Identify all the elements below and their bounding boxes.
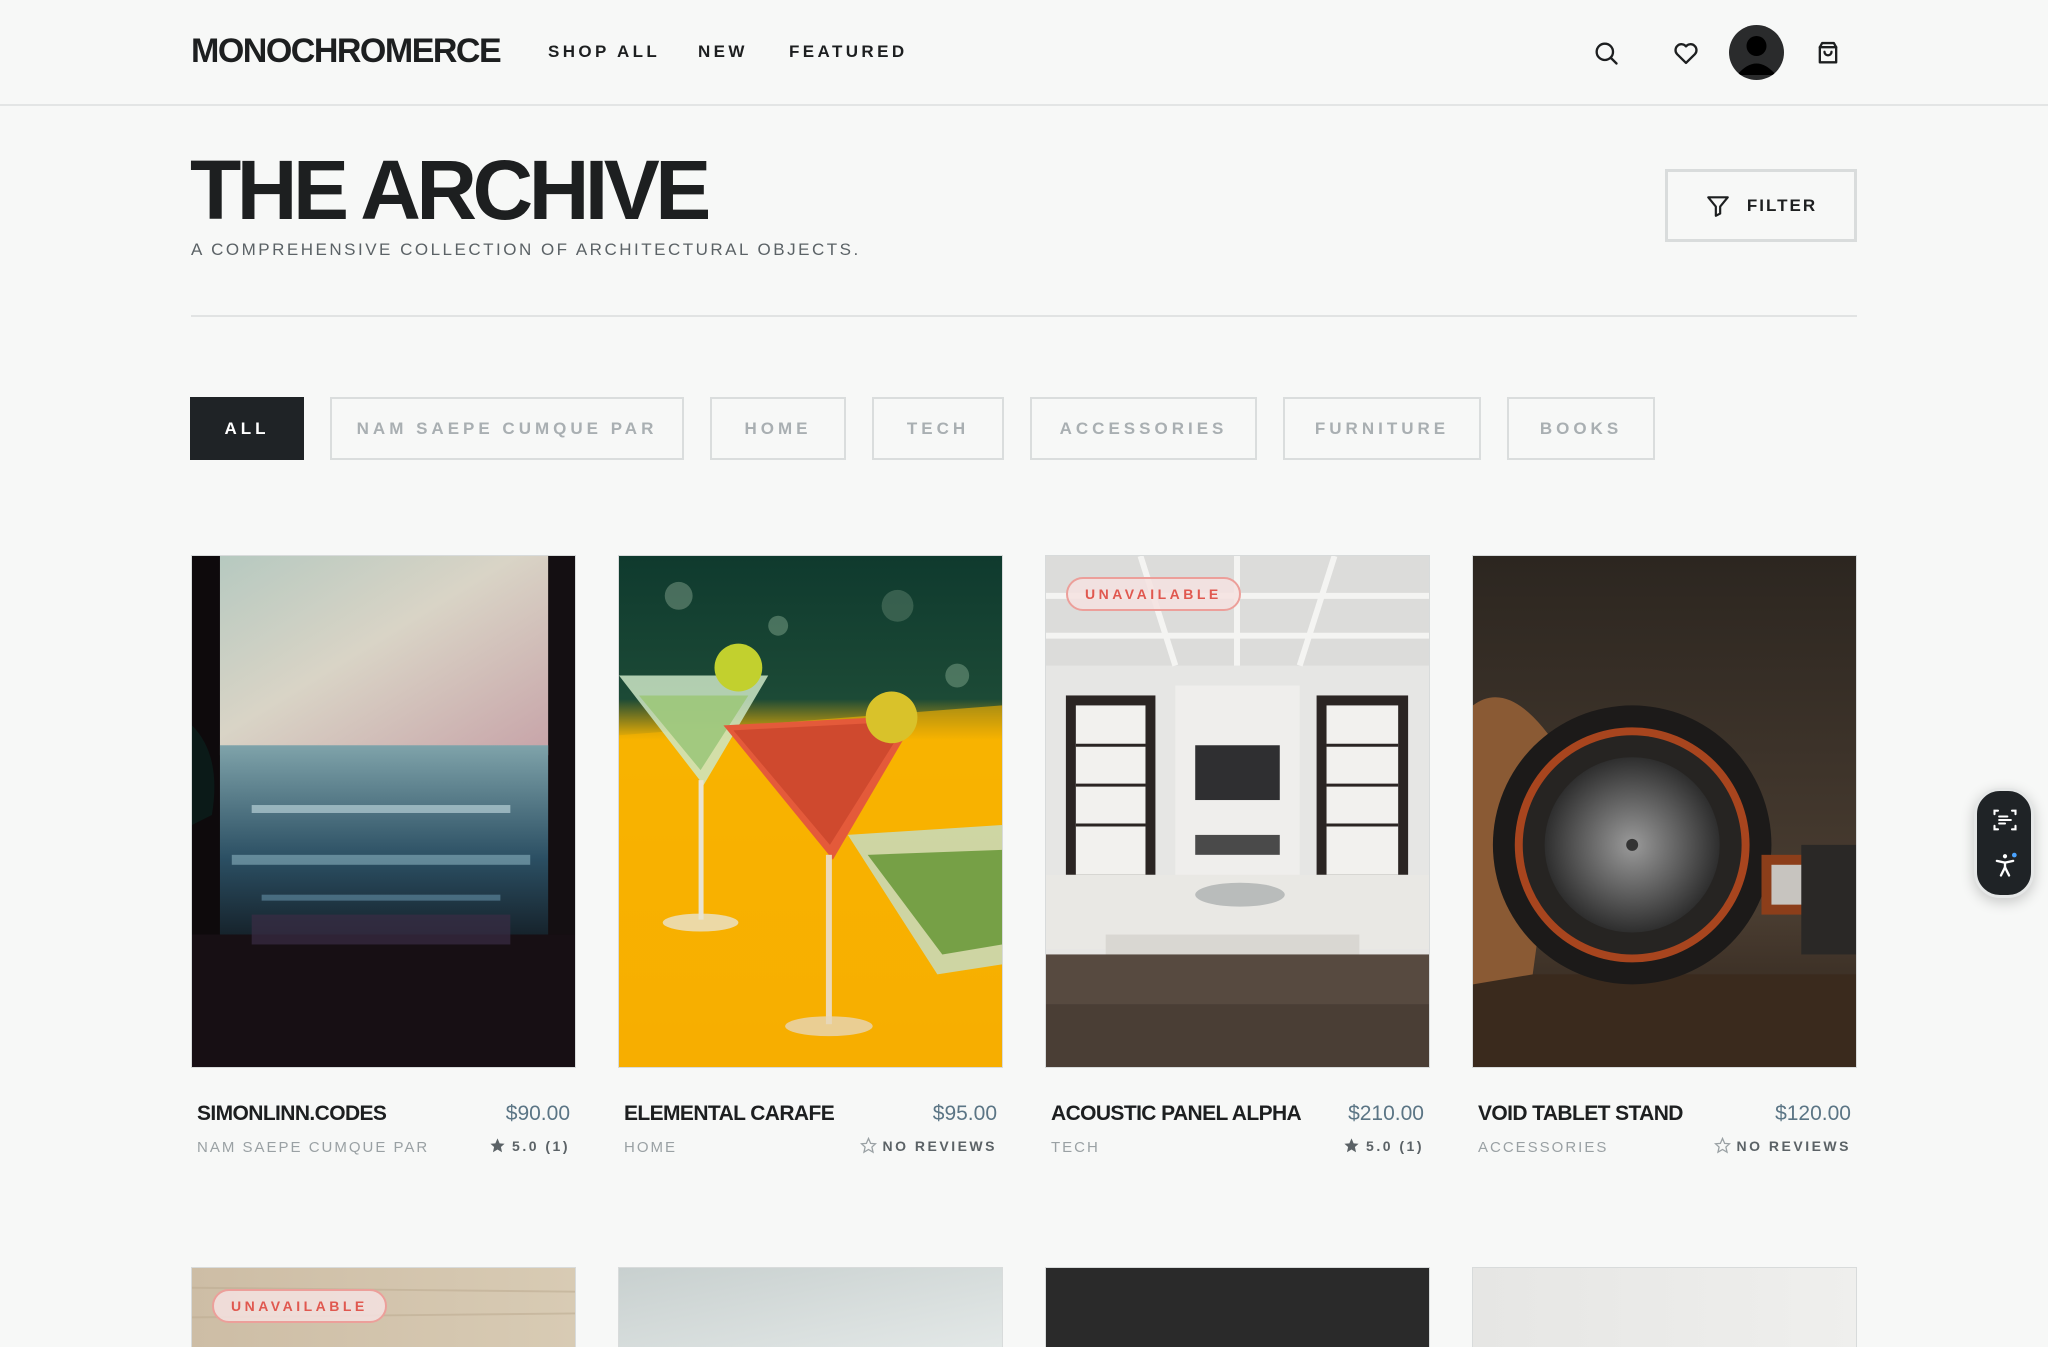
nav-shop-all[interactable]: SHOP ALL [548,42,660,62]
product-rating: NO REVIEWS [797,1137,997,1154]
category-chip-home[interactable]: HOME [710,397,846,460]
page-subtitle: A COMPREHENSIVE COLLECTION OF ARCHITECTU… [191,240,861,259]
star-outline-icon [859,1137,877,1154]
category-chip-accessories[interactable]: ACCESSORIES [1030,397,1257,460]
product-category: ACCESSORIES [1478,1139,1609,1156]
filter-button[interactable]: FILTER [1665,169,1857,242]
product-name[interactable]: SIMONLINN.CODES [197,1102,387,1126]
product-category: TECH [1051,1139,1100,1156]
rating-text: 5.0 (1) [1366,1137,1424,1154]
divider [191,315,1857,317]
product-image[interactable] [618,555,1003,1068]
product-price: $210.00 [1348,1102,1424,1125]
product-image[interactable] [1045,1267,1430,1347]
nav-featured[interactable]: FEATURED [789,42,908,62]
accessibility-icon [1995,852,2017,877]
category-chip-furniture[interactable]: FURNITURE [1283,397,1481,460]
product-image[interactable] [1472,1267,1857,1347]
status-badge: UNAVAILABLE [212,1289,387,1323]
category-chip-books[interactable]: BOOKS [1507,397,1655,460]
product-price: $120.00 [1775,1102,1851,1125]
site-logo[interactable]: MONOCHROMERCE [191,32,502,71]
product-image[interactable] [191,555,576,1068]
category-chip-all[interactable]: ALL [190,397,304,460]
heart-icon[interactable] [1663,30,1709,76]
product-image[interactable] [618,1267,1003,1347]
product-image[interactable] [1472,555,1857,1068]
product-name[interactable]: VOID TABLET STAND [1478,1102,1683,1126]
star-filled-icon [490,1138,505,1153]
page-title: THE ARCHIVE [190,143,711,237]
product-rating: 5.0 (1) [1224,1137,1424,1154]
product-name[interactable]: ACOUSTIC PANEL ALPHA [1051,1102,1302,1126]
product-rating: 5.0 (1) [370,1137,570,1154]
product-image[interactable]: UNAVAILABLE [1045,555,1430,1068]
site-header: MONOCHROMERCE SHOP ALL NEW FEATURED [0,0,2048,106]
search-icon[interactable] [1583,30,1629,76]
status-badge: UNAVAILABLE [1066,577,1241,611]
rating-text: NO REVIEWS [1736,1137,1851,1154]
text-scan-icon [1993,809,2017,831]
avatar[interactable] [1729,25,1784,80]
filter-icon [1707,195,1729,217]
product-price: $95.00 [932,1102,997,1125]
category-chip-tech[interactable]: TECH [872,397,1004,460]
star-outline-icon [1713,1137,1731,1154]
product-name[interactable]: ELEMENTAL CARAFE [624,1102,835,1126]
product-price: $90.00 [505,1102,570,1125]
product-image[interactable]: UNAVAILABLE [191,1267,576,1347]
nav-new[interactable]: NEW [698,42,748,62]
cart-icon[interactable] [1805,30,1851,76]
filter-label: FILTER [1746,195,1818,215]
product-rating: NO REVIEWS [1651,1137,1851,1154]
product-category: HOME [624,1139,677,1156]
rating-text: 5.0 (1) [512,1137,570,1154]
rating-text: NO REVIEWS [882,1137,997,1154]
category-chip-nam-saepe[interactable]: NAM SAEPE CUMQUE PAR [330,397,684,460]
accessibility-widget[interactable] [1974,788,2034,898]
star-filled-icon [1344,1138,1359,1153]
